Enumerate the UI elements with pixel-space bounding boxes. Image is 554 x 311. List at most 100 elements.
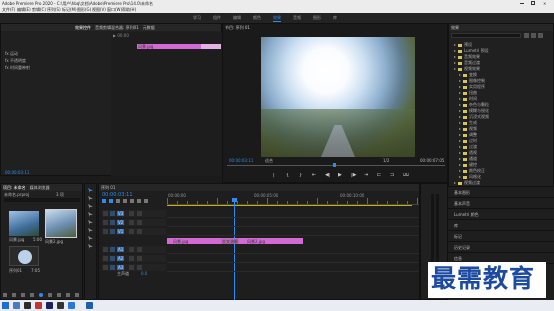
lock-icon[interactable] xyxy=(103,229,108,234)
type-icon[interactable] xyxy=(88,244,93,249)
chevron-right-icon[interactable] xyxy=(459,140,461,142)
32bit-icon[interactable] xyxy=(531,33,536,38)
chevron-right-icon[interactable] xyxy=(459,104,461,106)
workspace-tab[interactable]: 库 xyxy=(333,15,337,21)
target-toggle[interactable] xyxy=(110,211,115,216)
sync-lock-icon[interactable] xyxy=(129,211,134,216)
chevron-right-icon[interactable] xyxy=(459,86,461,88)
transport-button[interactable]: ⊐ xyxy=(390,173,394,178)
menu-item[interactable]: 标记(M) xyxy=(62,7,77,12)
project-thumb-3[interactable] xyxy=(9,246,39,266)
chevron-right-icon[interactable] xyxy=(459,122,461,124)
project-footer-icon[interactable] xyxy=(66,293,70,297)
playhead-handle[interactable] xyxy=(232,198,237,202)
project-footer-icon[interactable] xyxy=(3,293,7,297)
target-toggle[interactable] xyxy=(110,220,115,225)
side-panel-header[interactable]: 标记 xyxy=(454,234,462,239)
timeline-playhead[interactable] xyxy=(234,198,235,301)
project-footer-icon[interactable] xyxy=(39,293,43,297)
workspace-tab[interactable]: 编辑 xyxy=(233,15,241,21)
eye-icon[interactable] xyxy=(137,229,142,234)
taskbar-app-5-icon[interactable] xyxy=(68,302,75,309)
chevron-right-icon[interactable] xyxy=(459,98,461,100)
taskbar-app-4-icon[interactable] xyxy=(57,302,64,309)
menu-item[interactable]: 窗口(W) xyxy=(107,7,122,12)
taskbar-app-2-icon[interactable] xyxy=(24,302,31,309)
close-icon[interactable]: ✕ xyxy=(543,1,546,6)
project-footer-icon[interactable] xyxy=(12,293,16,297)
chevron-right-icon[interactable] xyxy=(459,170,461,172)
menu-item[interactable]: 图形(G) xyxy=(77,7,91,12)
ec-timecode[interactable]: 00:00:03:11 xyxy=(5,170,29,175)
ec-row[interactable]: fx 不透明度 xyxy=(5,58,26,64)
lock-icon[interactable] xyxy=(103,220,108,225)
selection-tool-icon[interactable] xyxy=(88,188,93,193)
timeline-timecode[interactable]: 00:00:03:11 xyxy=(102,192,133,198)
chevron-right-icon[interactable] xyxy=(459,80,461,82)
project-footer-icon[interactable] xyxy=(30,293,34,297)
side-panel-header[interactable]: 库 xyxy=(454,223,458,228)
slip-icon[interactable] xyxy=(88,220,93,225)
side-panel-header[interactable]: 历史记录 xyxy=(454,245,470,250)
sync-lock-icon[interactable] xyxy=(129,256,134,261)
sync-lock-icon[interactable] xyxy=(129,247,134,252)
chevron-right-icon[interactable] xyxy=(454,182,456,184)
transport-button[interactable]: ◀| xyxy=(325,173,331,178)
timeline-tool-icon[interactable] xyxy=(137,199,141,203)
windows-start-icon[interactable] xyxy=(2,302,9,309)
chevron-right-icon[interactable] xyxy=(459,164,461,166)
timeline-ruler[interactable]: 00:00:00 00:00:05:00 00:00:10:00 xyxy=(167,191,419,205)
chevron-right-icon[interactable] xyxy=(459,74,461,76)
workspace-tab[interactable]: 学习 xyxy=(193,15,201,21)
transport-button[interactable]: ⌧ xyxy=(403,173,409,178)
ec-row[interactable]: fx 运动 xyxy=(5,51,18,57)
track-select-icon[interactable] xyxy=(88,196,93,201)
taskbar-app-3-icon[interactable] xyxy=(35,302,42,309)
taskbar-app-1-icon[interactable] xyxy=(13,302,20,309)
chevron-right-icon[interactable] xyxy=(459,116,461,118)
menu-item[interactable]: 序列(S) xyxy=(47,7,61,12)
timeline-tool-icon[interactable] xyxy=(144,199,148,203)
master-volume[interactable]: 0.0 xyxy=(141,271,147,276)
taskbar-app-6-icon[interactable] xyxy=(86,302,93,309)
track-label[interactable]: A2 xyxy=(117,256,125,261)
effects-search-input[interactable] xyxy=(451,33,521,38)
lock-icon[interactable] xyxy=(103,211,108,216)
project-tab[interactable]: 项目: 未命名 xyxy=(3,185,26,190)
chevron-right-icon[interactable] xyxy=(454,50,456,52)
timeline-tool-icon[interactable] xyxy=(109,199,113,203)
sync-lock-icon[interactable] xyxy=(129,229,134,234)
transport-button[interactable]: |▶ xyxy=(351,173,357,178)
target-toggle[interactable] xyxy=(110,265,115,270)
sync-lock-icon[interactable] xyxy=(129,220,134,225)
sequence-tab[interactable]: 序列 01 xyxy=(101,185,115,190)
workspace-tab[interactable]: 组件 xyxy=(213,15,221,21)
chevron-right-icon[interactable] xyxy=(459,158,461,160)
program-playhead[interactable] xyxy=(333,163,336,167)
transport-button[interactable]: } xyxy=(299,173,302,178)
chevron-right-icon[interactable] xyxy=(459,176,461,178)
accelerated-icon[interactable] xyxy=(524,33,529,38)
chevron-right-icon[interactable] xyxy=(454,44,456,46)
lock-icon[interactable] xyxy=(103,265,108,270)
workspace-tab[interactable]: 颜色 xyxy=(253,15,261,21)
track-label[interactable]: V1 xyxy=(117,229,125,234)
side-panel-header[interactable]: Lumetri 颜色 xyxy=(454,212,479,217)
chevron-right-icon[interactable] xyxy=(454,56,456,58)
timeline-tool-icon[interactable] xyxy=(130,199,134,203)
workspace-tab[interactable]: 音频 xyxy=(293,15,301,21)
effect-category[interactable]: 视频过渡 xyxy=(454,180,480,186)
eye-icon[interactable] xyxy=(137,220,142,225)
transport-button[interactable]: { xyxy=(286,173,289,178)
project-thumb-1[interactable] xyxy=(9,211,39,236)
project-footer-icon[interactable] xyxy=(21,293,25,297)
chevron-right-icon[interactable] xyxy=(459,152,461,154)
timeline-transition[interactable]: 交叉溶解 xyxy=(221,238,239,244)
timeline-tool-icon[interactable] xyxy=(102,199,106,203)
timeline-tool-icon[interactable] xyxy=(116,199,120,203)
maximize-icon[interactable] xyxy=(531,1,535,5)
side-panel-header[interactable]: 信息 xyxy=(454,256,462,261)
ripple-edit-icon[interactable] xyxy=(88,204,93,209)
menu-item[interactable]: 帮助(H) xyxy=(122,7,136,12)
track-label[interactable]: V2 xyxy=(117,220,125,225)
